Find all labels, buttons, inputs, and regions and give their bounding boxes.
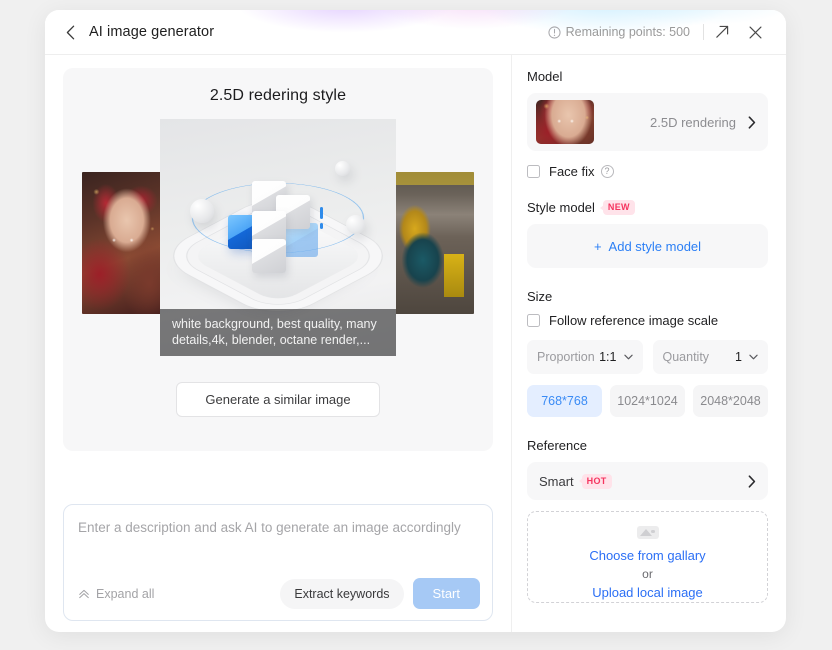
page-title: AI image generator xyxy=(89,24,215,40)
preview-style-title: 2.5D redering style xyxy=(209,87,347,104)
info-circle-icon xyxy=(548,25,561,39)
question-circle-icon[interactable]: ? xyxy=(600,165,614,178)
start-button[interactable]: Start xyxy=(412,578,480,609)
modal-body: 2.5D redering style white background, be… xyxy=(45,55,786,632)
chevron-down-icon xyxy=(623,354,633,360)
render-sphere xyxy=(190,199,214,223)
double-chevron-up-icon xyxy=(79,589,89,598)
right-settings-panel: Model 2.5D rendering Face fix ? Style mo… xyxy=(512,55,786,632)
reference-upload-area[interactable]: Choose from gallary or Upload local imag… xyxy=(527,511,768,603)
expand-all-label: Expand all xyxy=(96,586,155,601)
proportion-value: 1:1 xyxy=(599,350,617,364)
quantity-label: Quantity xyxy=(662,350,710,364)
follow-reference-scale-row[interactable]: Follow reference image scale xyxy=(527,313,768,328)
prompt-actions: Extract keywords Start xyxy=(280,578,480,609)
quantity-select[interactable]: Quantity 1 xyxy=(652,340,768,374)
model-thumbnail xyxy=(536,100,594,144)
add-style-model-button[interactable]: + Add style model xyxy=(527,224,768,268)
modal-header: AI image generator Remaining points: 500 xyxy=(45,10,786,55)
model-section-title: Model xyxy=(527,69,563,84)
generate-similar-wrapper: Generate a similar image xyxy=(63,382,493,417)
proportion-label: Proportion xyxy=(537,350,595,364)
image-caption: white background, best quality, many det… xyxy=(160,309,396,356)
prompt-footer: Expand all Extract keywords Start xyxy=(78,578,480,609)
resolution-options: 768*768 1024*1024 2048*2048 xyxy=(527,385,768,417)
expand-button[interactable] xyxy=(704,17,738,47)
smart-reference-selector[interactable]: Smart HOT xyxy=(527,462,768,500)
size-options-row: Proportion 1:1 Quantity 1 xyxy=(527,340,768,374)
resolution-chip[interactable]: 1024*1024 xyxy=(610,385,685,417)
plus-icon: + xyxy=(593,238,602,254)
style-model-section-title: Style model NEW xyxy=(527,200,768,215)
left-panel: 2.5D redering style white background, be… xyxy=(45,55,512,632)
render-sphere xyxy=(346,215,365,234)
close-button[interactable] xyxy=(738,17,772,47)
reference-section-title: Reference xyxy=(527,438,587,453)
proportion-select[interactable]: Proportion 1:1 xyxy=(527,340,643,374)
render-sphere xyxy=(335,161,350,176)
extract-keywords-button[interactable]: Extract keywords xyxy=(280,578,404,609)
upload-or-text: or xyxy=(642,567,653,581)
generate-similar-image-button[interactable]: Generate a similar image xyxy=(176,382,380,417)
model-thumbnail-image xyxy=(536,100,594,144)
close-icon xyxy=(748,25,762,39)
choose-from-gallery-link[interactable]: Choose from gallary xyxy=(589,546,705,565)
back-button[interactable] xyxy=(61,19,79,45)
render-cube xyxy=(252,239,286,273)
remaining-points: Remaining points: 500 xyxy=(548,25,703,39)
image-carousel: white background, best quality, many det… xyxy=(63,119,493,366)
add-style-model-label: Add style model xyxy=(608,238,702,254)
hot-badge: HOT xyxy=(581,473,612,489)
carousel-slide-right[interactable] xyxy=(394,172,474,314)
model-selector[interactable]: 2.5D rendering xyxy=(527,93,768,151)
ai-image-generator-modal: AI image generator Remaining points: 500 xyxy=(45,10,786,632)
model-selected-name: 2.5D rendering xyxy=(650,114,736,130)
chevron-right-icon xyxy=(748,474,756,488)
carousel-slide-left[interactable] xyxy=(82,172,162,314)
face-fix-row[interactable]: Face fix ? xyxy=(527,164,768,179)
resolution-chip[interactable]: 2048*2048 xyxy=(693,385,768,417)
prompt-box: Expand all Extract keywords Start xyxy=(63,504,493,621)
render-accent-tick xyxy=(320,207,323,219)
remaining-points-label: Remaining points: 500 xyxy=(565,25,690,39)
resolution-chip[interactable]: 768*768 xyxy=(527,385,602,417)
expand-arrow-icon xyxy=(715,25,728,38)
header-actions: Remaining points: 500 xyxy=(548,17,772,47)
face-fix-label: Face fix xyxy=(549,164,595,179)
upload-local-image-link[interactable]: Upload local image xyxy=(592,583,703,602)
new-badge: NEW xyxy=(602,200,635,215)
quantity-value: 1 xyxy=(735,350,742,364)
chevron-left-icon xyxy=(66,25,74,39)
smart-label: Smart xyxy=(539,473,574,489)
render-accent-tick xyxy=(320,223,323,229)
prompt-input[interactable] xyxy=(78,520,478,535)
thumbnail-portrait-image xyxy=(82,172,162,314)
preview-card: 2.5D redering style white background, be… xyxy=(63,68,493,451)
follow-reference-scale-checkbox[interactable] xyxy=(527,314,540,327)
carousel-slide-center[interactable]: white background, best quality, many det… xyxy=(160,119,396,356)
size-section-title: Size xyxy=(527,289,553,304)
follow-reference-scale-label: Follow reference image scale xyxy=(549,313,719,328)
style-model-title-text: Style model xyxy=(527,200,595,215)
expand-all-button[interactable]: Expand all xyxy=(78,587,154,601)
face-fix-checkbox[interactable] xyxy=(527,165,540,178)
thumbnail-worker-image xyxy=(394,172,474,314)
chevron-right-icon xyxy=(748,115,756,129)
chevron-down-icon xyxy=(749,354,758,360)
image-placeholder-icon xyxy=(636,526,659,539)
